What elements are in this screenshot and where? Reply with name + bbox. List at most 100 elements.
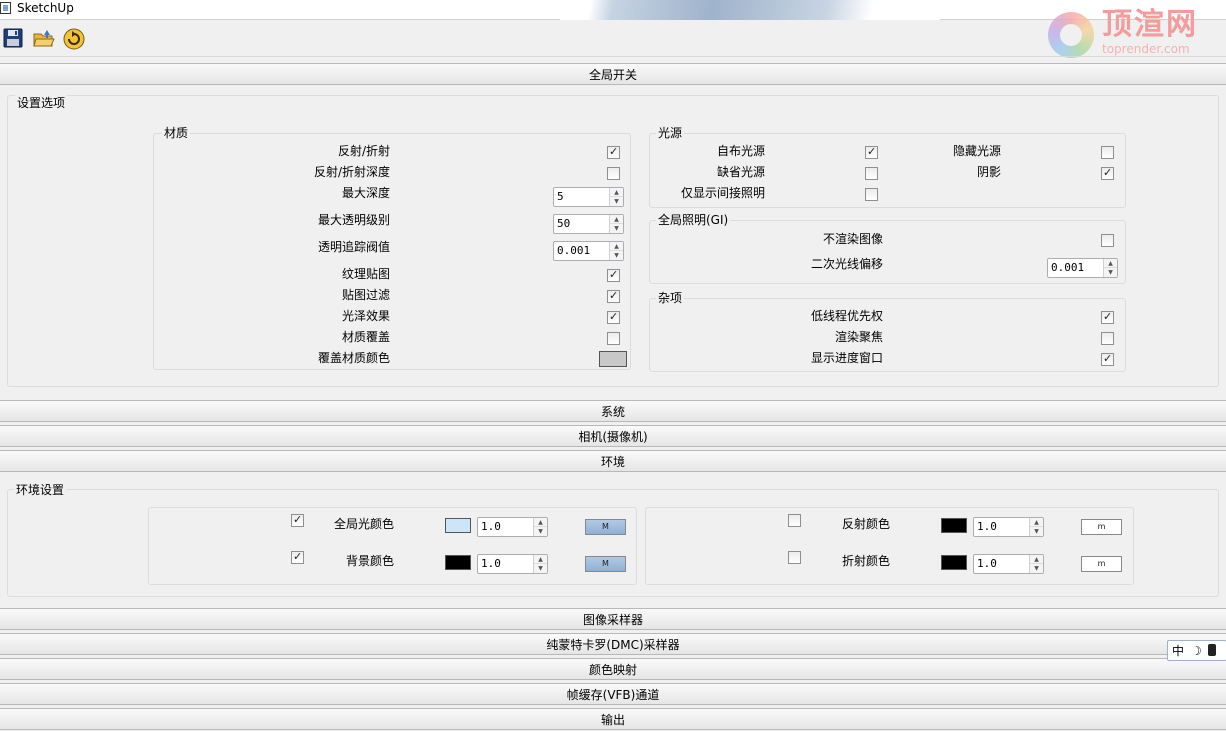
transp-cutoff-spinner[interactable]: 0.001 ▲ ▼ (553, 241, 624, 261)
materials-title: 材质 (162, 124, 191, 141)
spin-down-icon[interactable]: ▼ (1030, 527, 1043, 536)
show-progress-label: 显示进度窗口 (810, 351, 883, 365)
spin-down-icon[interactable]: ▼ (1104, 268, 1117, 277)
section-global-switches[interactable]: 全局开关 (0, 63, 1226, 85)
ime-moon-icon[interactable]: ☽ (1191, 643, 1202, 659)
reflection-multiplier-value: 1.0 (977, 520, 997, 533)
spin-down-icon[interactable]: ▼ (1030, 564, 1043, 573)
title-background-image (560, 0, 940, 20)
ime-mode-label[interactable]: 中 (1172, 643, 1184, 659)
max-depth-spinner[interactable]: 5 ▲ ▼ (553, 187, 624, 207)
spin-up-icon[interactable]: ▲ (534, 555, 547, 564)
open-button[interactable] (32, 27, 56, 51)
background-color-swatch[interactable] (445, 555, 471, 570)
reflection-color-label: 反射颜色 (841, 517, 890, 531)
section-output[interactable]: 输出 (0, 708, 1226, 730)
background-multiplier-value: 1.0 (481, 557, 501, 570)
glossy-effects-checkbox[interactable] (607, 310, 620, 324)
max-transp-levels-value: 50 (557, 217, 571, 230)
reflection-color-swatch[interactable] (941, 518, 967, 533)
reflection-map-button[interactable]: m (1081, 519, 1122, 535)
default-lights-label: 缺省光源 (716, 165, 765, 179)
override-color-swatch[interactable] (599, 351, 627, 367)
ime-settings-icon[interactable] (1208, 644, 1216, 656)
gi-color-label: 全局光颜色 (333, 517, 394, 531)
gi-only-label: 仅显示间接照明 (680, 186, 765, 200)
spinner-buttons: ▲ ▼ (533, 518, 547, 536)
spin-up-icon[interactable]: ▲ (1104, 259, 1117, 268)
spinner-buttons: ▲ ▼ (1029, 555, 1043, 573)
secondary-ray-bias-label: 二次光线偏移 (810, 257, 883, 271)
hidden-lights-label: 隐藏光源 (952, 144, 1001, 158)
override-materials-label: 材质覆盖 (341, 330, 390, 344)
render-focus-checkbox[interactable] (1101, 332, 1114, 345)
spin-up-icon[interactable]: ▲ (610, 188, 623, 197)
misc-title: 杂项 (656, 289, 685, 306)
refraction-multiplier-spinner[interactable]: 1.0 ▲ ▼ (973, 554, 1044, 574)
gi-color-multiplier-spinner[interactable]: 1.0 ▲ ▼ (477, 517, 548, 537)
gi-only-checkbox[interactable] (865, 188, 878, 201)
max-transp-levels-spinner[interactable]: 50 ▲ ▼ (553, 214, 624, 234)
section-environment[interactable]: 环境 (0, 450, 1226, 472)
reflection-multiplier-spinner[interactable]: 1.0 ▲ ▼ (973, 517, 1044, 537)
filter-maps-checkbox[interactable] (607, 289, 620, 303)
low-thread-priority-checkbox[interactable] (1101, 310, 1114, 324)
toolbar (0, 21, 1226, 57)
spinner-buttons: ▲ ▼ (609, 215, 623, 233)
section-camera[interactable]: 相机(摄像机) (0, 425, 1226, 447)
default-lights-checkbox[interactable] (865, 167, 878, 180)
refraction-color-checkbox[interactable] (788, 551, 801, 564)
spin-up-icon[interactable]: ▲ (1030, 518, 1043, 527)
section-dmc-sampler[interactable]: 纯蒙特卡罗(DMC)采样器 (0, 633, 1226, 655)
filter-maps-label: 贴图过滤 (341, 288, 390, 302)
refl-refr-depth-checkbox[interactable] (607, 167, 620, 180)
spin-down-icon[interactable]: ▼ (534, 564, 547, 573)
spin-down-icon[interactable]: ▼ (610, 197, 623, 206)
secondary-ray-bias-spinner[interactable]: 0.001 ▲ ▼ (1047, 258, 1118, 278)
spin-up-icon[interactable]: ▲ (1030, 555, 1043, 564)
save-button[interactable] (2, 27, 26, 51)
spin-down-icon[interactable]: ▼ (534, 527, 547, 536)
section-color-mapping[interactable]: 颜色映射 (0, 658, 1226, 680)
spin-down-icon[interactable]: ▼ (610, 251, 623, 260)
gi-color-map-button[interactable]: M (585, 519, 626, 535)
transp-cutoff-label: 透明追踪阀值 (317, 240, 390, 254)
render-focus-label: 渲染聚焦 (834, 330, 883, 344)
dont-render-image-checkbox[interactable] (1101, 234, 1114, 247)
section-image-sampler[interactable]: 图像采样器 (0, 608, 1226, 630)
spin-up-icon[interactable]: ▲ (610, 242, 623, 251)
shadows-label: 阴影 (976, 165, 1001, 179)
open-folder-icon (33, 30, 55, 47)
background-map-button[interactable]: M (585, 556, 626, 572)
override-color-label: 覆盖材质颜色 (317, 351, 390, 365)
reflection-refraction-checkbox[interactable] (607, 145, 620, 159)
section-vfb-channels[interactable]: 帧缓存(VFB)通道 (0, 683, 1226, 705)
spin-up-icon[interactable]: ▲ (534, 518, 547, 527)
gi-color-swatch[interactable] (445, 518, 471, 533)
app-icon (0, 2, 11, 14)
show-progress-checkbox[interactable] (1101, 352, 1114, 366)
reflection-color-checkbox[interactable] (788, 514, 801, 527)
spinner-buttons: ▲ ▼ (1103, 259, 1117, 277)
background-color-checkbox[interactable] (291, 550, 304, 564)
gi-color-checkbox[interactable] (291, 513, 304, 527)
lights-label: 自布光源 (716, 144, 765, 158)
title-bar: SketchUp (0, 0, 1226, 20)
hidden-lights-checkbox[interactable] (1101, 146, 1114, 159)
reflection-refraction-label: 反射/折射 (337, 144, 390, 158)
secondary-ray-bias-value: 0.001 (1051, 261, 1085, 274)
spin-up-icon[interactable]: ▲ (610, 215, 623, 224)
refresh-icon (63, 28, 85, 50)
refraction-color-swatch[interactable] (941, 555, 967, 570)
section-system[interactable]: 系统 (0, 400, 1226, 422)
override-materials-checkbox[interactable] (607, 332, 620, 345)
background-multiplier-spinner[interactable]: 1.0 ▲ ▼ (477, 554, 548, 574)
texture-maps-checkbox[interactable] (607, 268, 620, 282)
max-depth-value: 5 (557, 190, 564, 203)
shadows-checkbox[interactable] (1101, 166, 1114, 180)
refresh-button[interactable] (62, 27, 86, 51)
ime-toolbar[interactable]: 中 ☽ (1167, 640, 1226, 661)
lights-checkbox[interactable] (865, 145, 878, 159)
spin-down-icon[interactable]: ▼ (610, 224, 623, 233)
refraction-map-button[interactable]: m (1081, 556, 1122, 572)
